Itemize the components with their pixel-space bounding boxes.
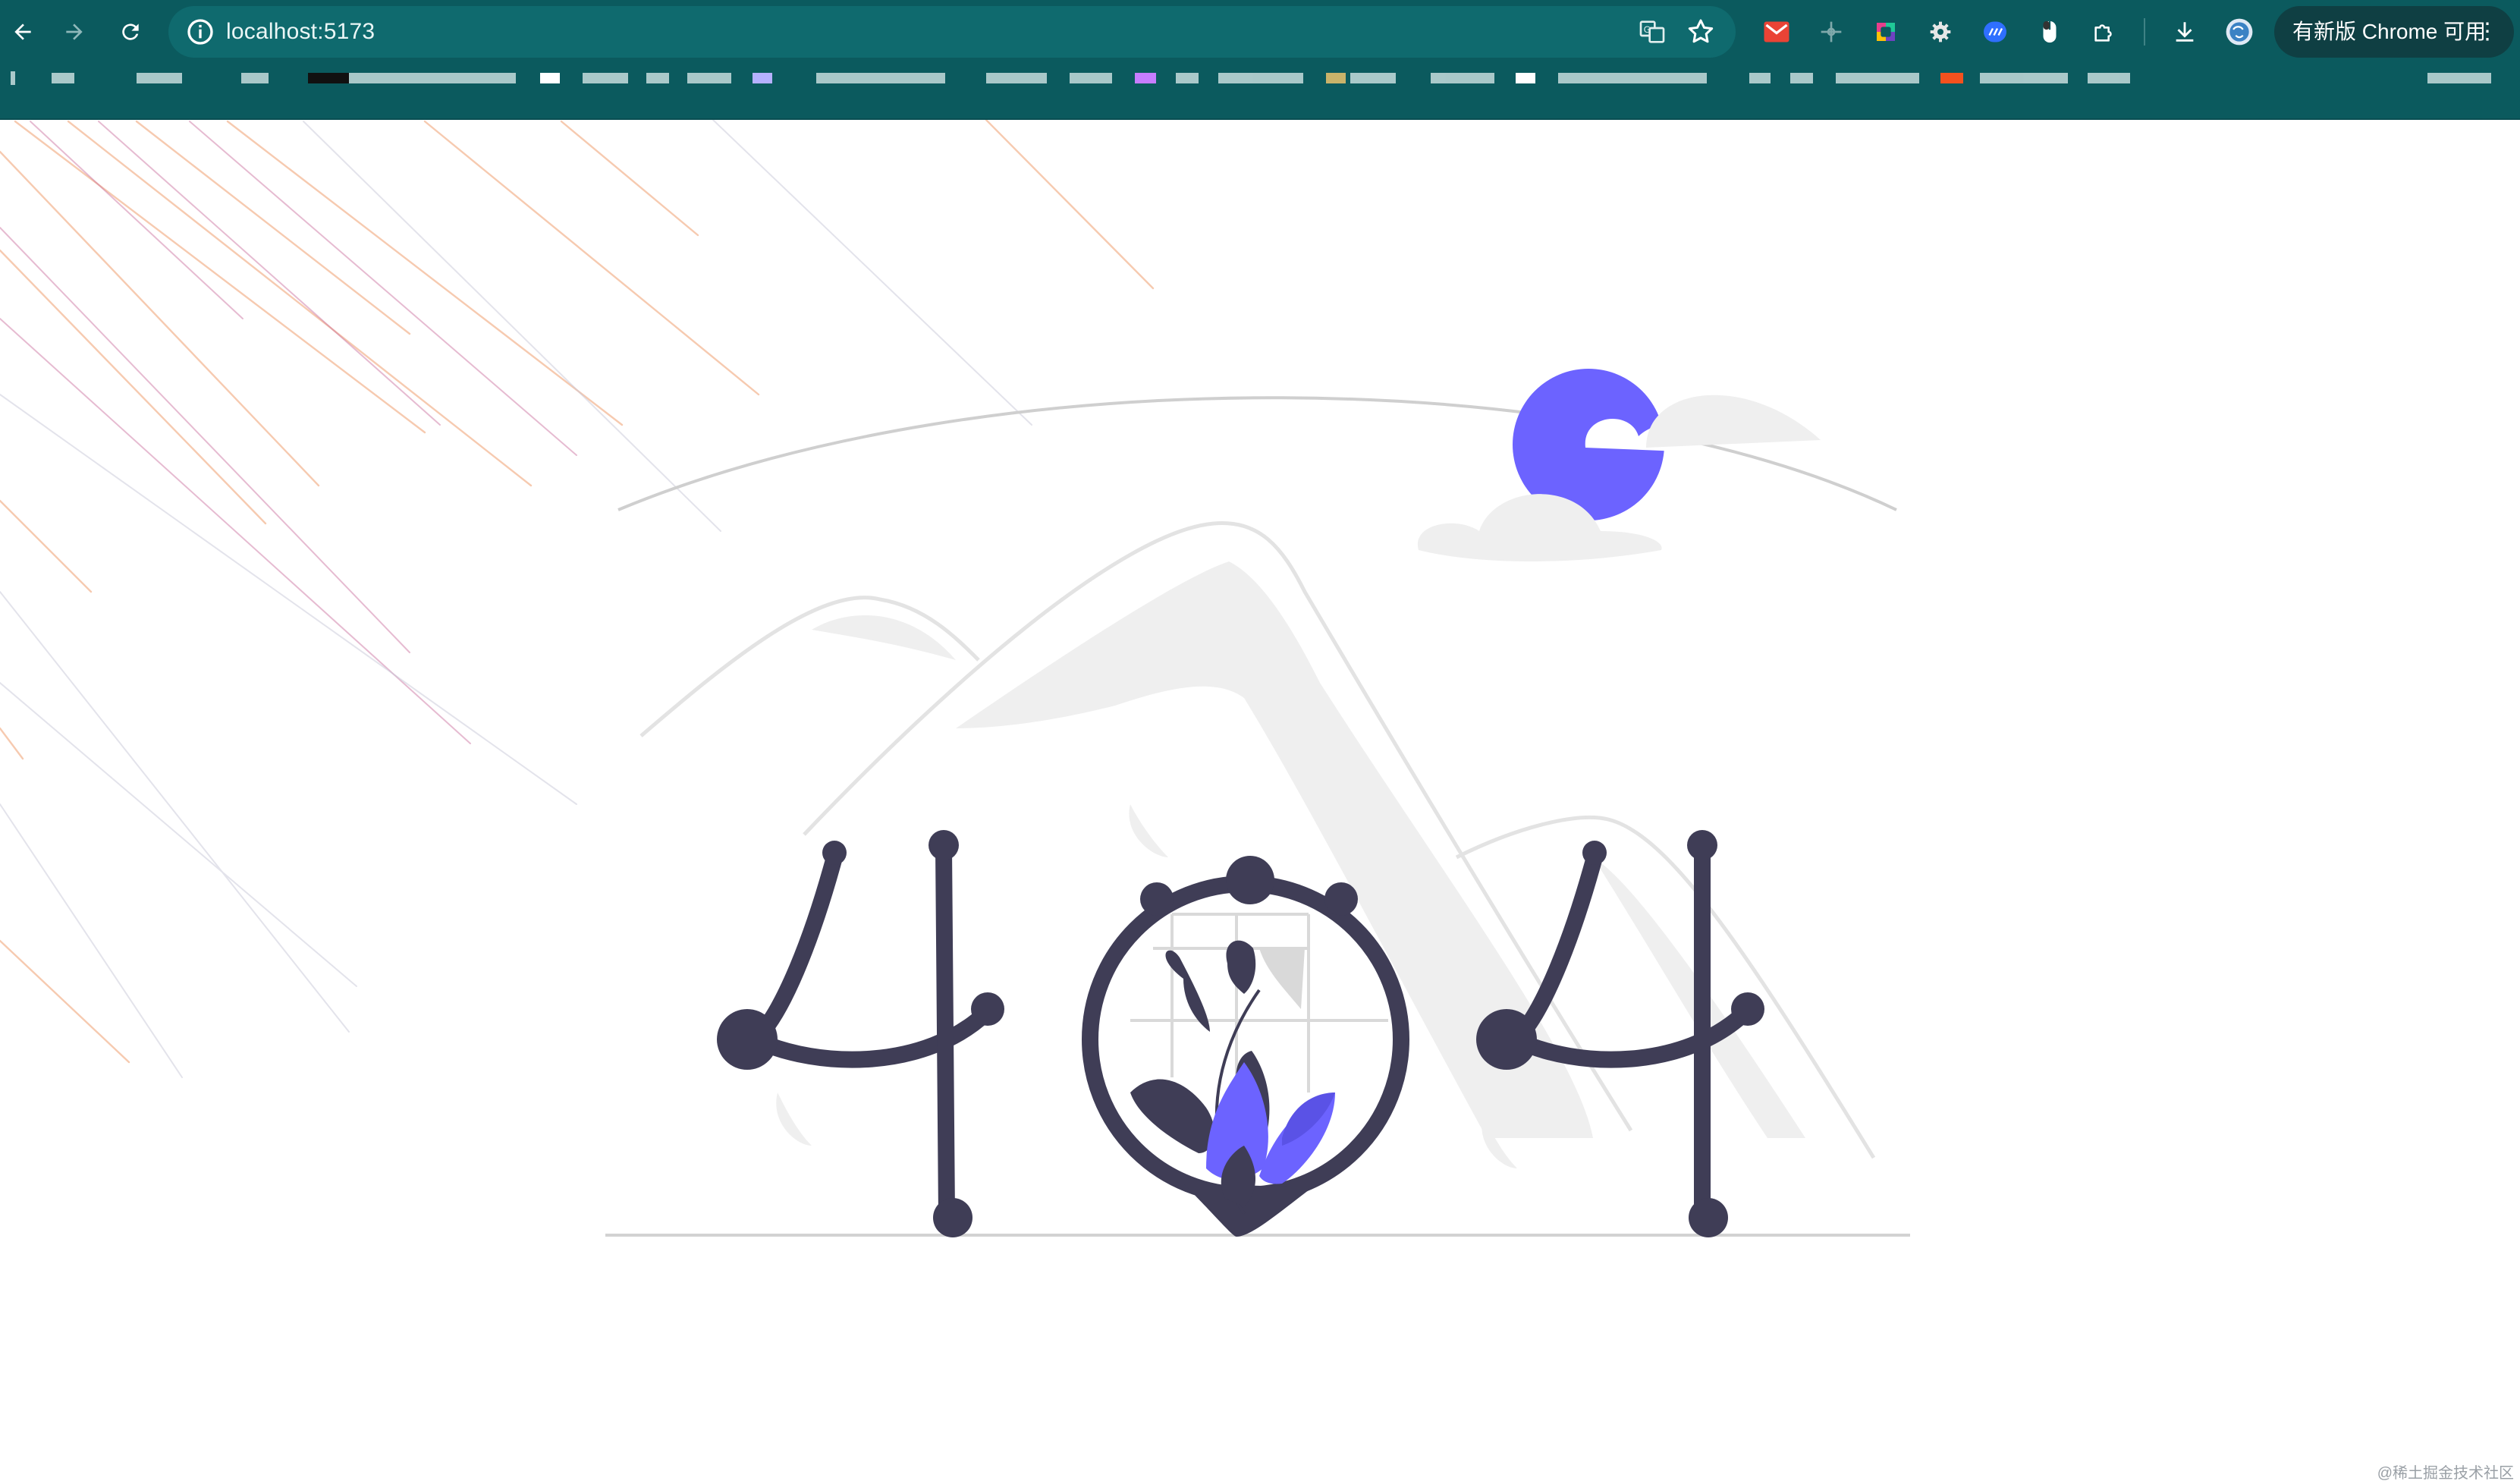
url-text[interactable]: localhost:5173 [226,6,375,58]
svg-text:G: G [1644,24,1651,35]
chrome-update-button[interactable]: 有新版 Chrome 可用 ⋮ [2274,6,2514,58]
update-button-label: 有新版 Chrome 可用 [2292,20,2487,43]
download-icon[interactable] [2167,14,2203,50]
ruler-extension-icon[interactable] [1813,14,1849,50]
address-bar[interactable]: localhost:5173 G [168,6,1736,58]
menu-kebab-icon[interactable]: ⋮ [2476,6,2499,58]
cloud-right [1646,395,1821,448]
mouse-extension-icon[interactable] [2031,14,2068,50]
puzzle-extensions-icon[interactable] [2086,14,2123,50]
bookmarks-bar [0,64,2520,120]
digit-4-left [717,830,1004,1237]
blue-extension-icon[interactable] [1977,14,2013,50]
gmail-extension-icon[interactable] [1758,14,1795,50]
reload-icon[interactable] [112,14,149,50]
bookmark-items-blurred[interactable] [0,64,2520,118]
page-404-illustration [0,120,1910,1237]
forward-icon[interactable] [56,14,93,50]
translate-icon[interactable]: G [1637,17,1667,47]
gear-extension-icon[interactable] [1922,14,1959,50]
browser-toolbar: localhost:5173 G 有新版 Chrome 可用 ⋮ [0,0,2520,64]
watermark: @稀土掘金技术社区 [2377,1465,2514,1482]
digit-0-plant-window [1082,856,1409,1237]
toolbar-divider [2144,18,2145,46]
back-icon[interactable] [5,14,41,50]
site-info-icon[interactable] [185,17,215,47]
profile-avatar-icon[interactable] [2221,14,2258,50]
bookmark-star-icon[interactable] [1686,17,1716,47]
decorative-streaks [0,120,1155,1078]
color-picker-extension-icon[interactable] [1868,14,1904,50]
